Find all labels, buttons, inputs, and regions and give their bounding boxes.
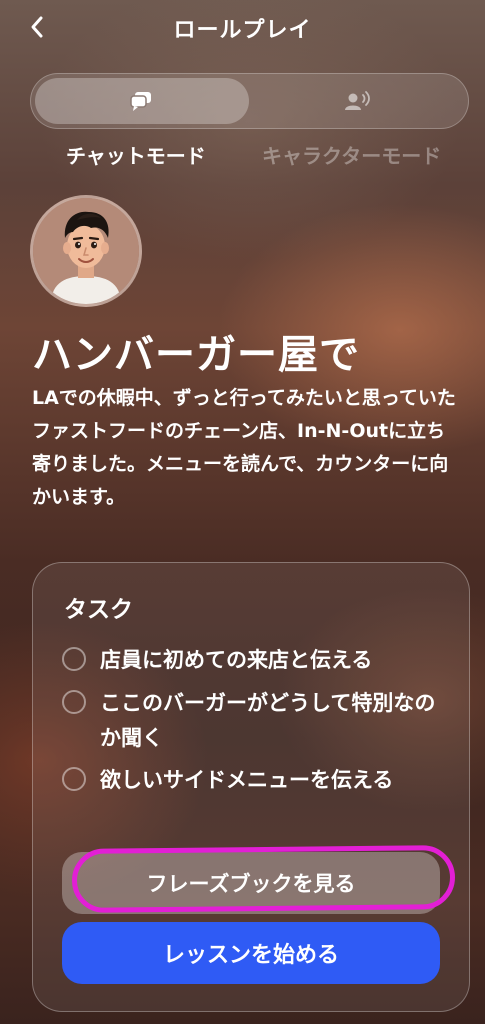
scenario-title: ハンバーガー屋で [32,332,360,378]
phrasebook-button[interactable]: フレーズブックを見る [62,852,440,914]
scenario-description: LAでの休暇中、ずっと行ってみたいと思っていたファストフードのチェーン店、In-… [32,387,456,508]
phrasebook-button-label: フレーズブックを見る [146,872,356,896]
character-portrait [33,198,139,304]
chat-bubbles-icon [130,92,151,111]
mode-toggle [30,73,469,129]
task-text: 欲しいサイドメニューを伝える [100,768,394,792]
task-text: ここのバーガーがどうして特別なのか聞く [100,691,436,750]
character-mode-label[interactable]: キャラクターモード [262,140,441,169]
character-avatar [30,195,142,307]
chat-mode-tab[interactable] [35,78,249,124]
task-text: 店員に初めての来店と伝える [100,648,373,672]
character-mode-tab[interactable] [250,78,464,124]
task-heading: タスク [64,597,133,623]
start-lesson-button-label: レッスンを始める [162,943,339,968]
task-checkbox-icon [62,690,86,714]
task-checkbox-icon [62,647,86,671]
page-title: ロールプレイ [173,18,312,43]
header: ロールプレイ [0,0,485,56]
task-checkbox-icon [62,767,86,791]
start-lesson-button[interactable]: レッスンを始める [62,922,440,984]
chat-mode-label[interactable]: チャットモード [66,140,206,169]
roleplay-screen: ロールプレイ チャットモード キャラクターモード ハンバーガー屋で LAでの休暇… [0,0,485,1024]
speaking-person-icon [345,91,370,110]
